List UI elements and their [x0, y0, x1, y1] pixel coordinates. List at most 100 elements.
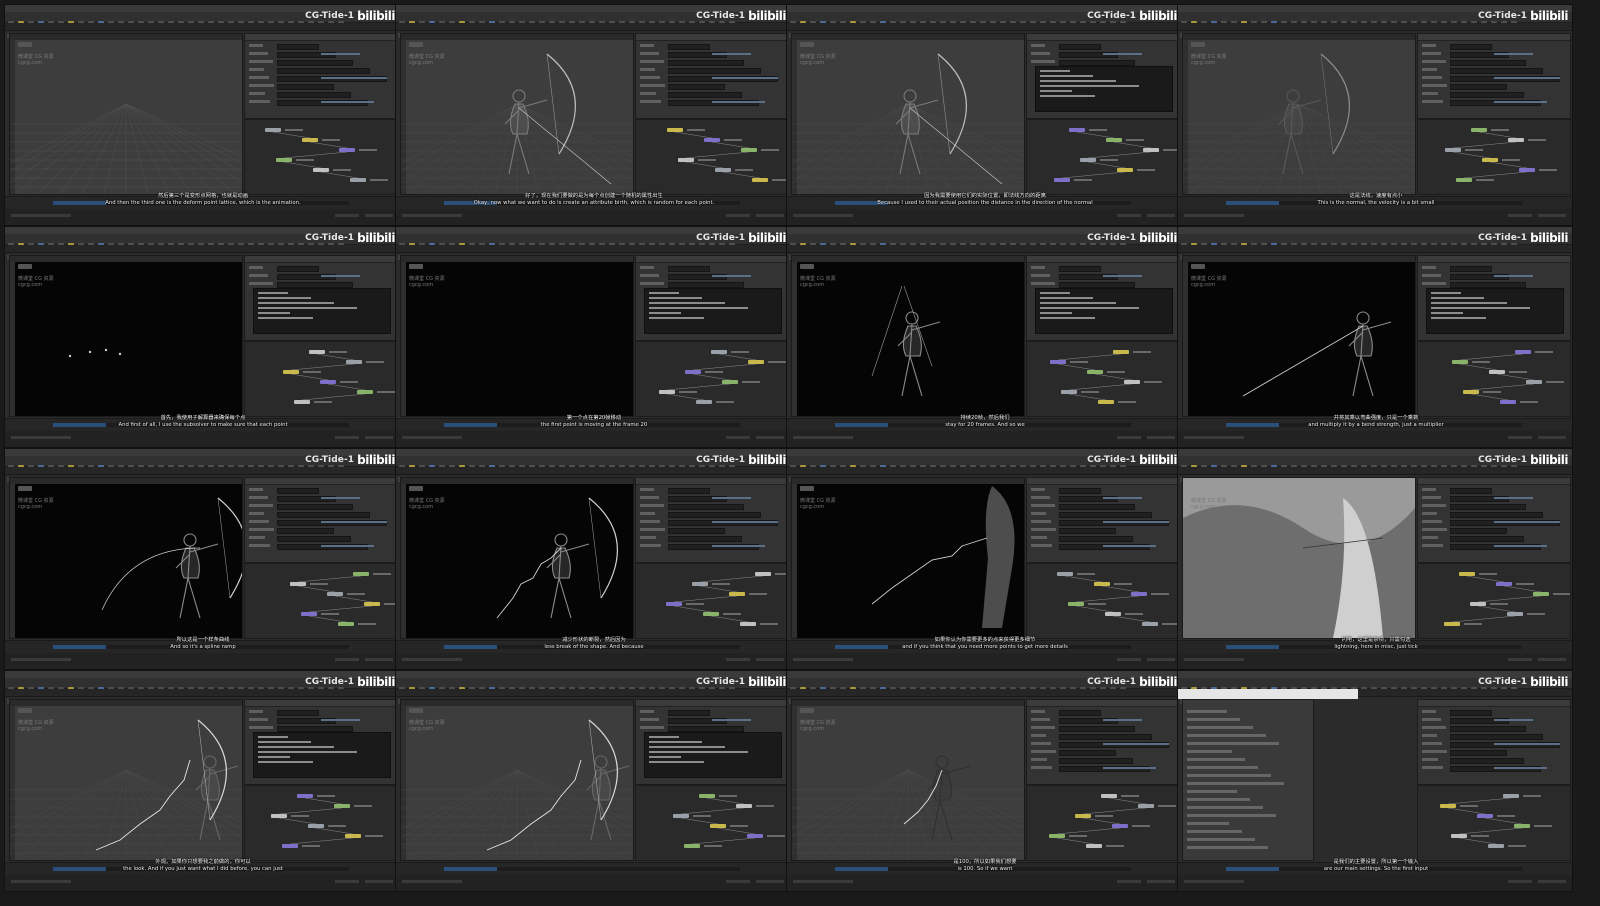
network-editor[interactable]	[244, 119, 398, 195]
pane-tab-row[interactable]	[787, 23, 1181, 38]
video-thumbnail-tile-11[interactable]: 微课堂 CG 资源 cgcg.com CG-Tide-1 bilibili 如果…	[786, 448, 1182, 670]
vex-code-editor[interactable]	[1035, 288, 1173, 334]
file-browser-panel[interactable]	[1182, 699, 1314, 861]
subtitles: 然后第三个是变形点网格，也就是动画 And then the third one…	[5, 193, 399, 207]
parameter-pane[interactable]	[244, 477, 398, 563]
pane-tab-row[interactable]	[396, 245, 790, 260]
timeline-track[interactable]	[444, 867, 740, 871]
parameter-pane[interactable]	[1026, 477, 1180, 563]
video-thumbnail-tile-6[interactable]: 微课堂 CG 资源 cgcg.com CG-Tide-1 bilibili 第一…	[395, 226, 791, 448]
parameter-pane[interactable]	[1417, 255, 1571, 341]
vex-code-editor[interactable]	[1035, 66, 1173, 112]
network-editor[interactable]	[1417, 341, 1571, 417]
network-editor[interactable]	[1417, 563, 1571, 639]
video-thumbnail-tile-9[interactable]: 微课堂 CG 资源 cgcg.com CG-Tide-1 bilibili 所以…	[4, 448, 400, 670]
pane-tab-row[interactable]	[396, 689, 790, 704]
pane-tab-row[interactable]	[787, 467, 1181, 482]
parameter-pane[interactable]	[244, 255, 398, 341]
vex-code-editor[interactable]	[644, 732, 782, 778]
video-thumbnail-tile-7[interactable]: 微课堂 CG 资源 cgcg.com CG-Tide-1 bilibili 持续…	[786, 226, 1182, 448]
pane-tab-row[interactable]	[787, 245, 1181, 260]
scene-viewport[interactable]: 微课堂 CG 资源 cgcg.com	[791, 477, 1025, 639]
network-editor[interactable]	[244, 785, 398, 861]
parameter-pane[interactable]	[1026, 255, 1180, 341]
subtitle-chinese: 外观。如果你只想要我之前做的，你可以	[155, 859, 251, 865]
parameter-pane[interactable]	[635, 255, 789, 341]
network-editor[interactable]	[635, 563, 789, 639]
pane-tab-row[interactable]	[396, 467, 790, 482]
channel-watermark: CG-Tide-1 bilibili	[1087, 231, 1177, 245]
parameter-pane[interactable]	[1026, 33, 1180, 119]
pane-tab-row[interactable]	[1178, 23, 1572, 38]
scene-viewport[interactable]: 微课堂 CG 资源 cgcg.com	[791, 255, 1025, 417]
pane-tab-row[interactable]	[5, 467, 399, 482]
scene-viewport[interactable]: 微课堂 CG 资源 cgcg.com	[9, 477, 243, 639]
pane-tab-row[interactable]	[1178, 245, 1572, 260]
vex-code-editor[interactable]	[644, 288, 782, 334]
video-thumbnail-tile-13[interactable]: 微课堂 CG 资源 cgcg.com CG-Tide-1 bilibili 外观…	[4, 670, 400, 892]
parameter-pane[interactable]	[1417, 699, 1571, 785]
parameter-pane[interactable]	[1417, 477, 1571, 563]
network-editor[interactable]	[1026, 341, 1180, 417]
network-editor[interactable]	[635, 119, 789, 195]
scene-viewport[interactable]: 微课堂 CG 资源 cgcg.com	[9, 33, 243, 195]
status-bar	[1178, 653, 1572, 669]
video-thumbnail-tile-5[interactable]: 微课堂 CG 资源 cgcg.com CG-Tide-1 bilibili 首先…	[4, 226, 400, 448]
pane-tab-row[interactable]	[1178, 467, 1572, 482]
pane-tab-row[interactable]	[5, 689, 399, 704]
scene-viewport[interactable]: 微课堂 CG 资源 cgcg.com	[1182, 33, 1416, 195]
parameter-pane[interactable]	[635, 477, 789, 563]
network-editor[interactable]	[244, 563, 398, 639]
parameter-pane[interactable]	[635, 699, 789, 785]
scene-viewport[interactable]: 微课堂 CG 资源 cgcg.com	[400, 255, 634, 417]
video-thumbnail-tile-16[interactable]: 微课堂 CG 资源 cgcg.com CG-Tide-1 bilibili 是我…	[1177, 670, 1573, 892]
watermark-line-url: cgcg.com	[800, 726, 825, 732]
scene-viewport[interactable]: 微课堂 CG 资源 cgcg.com	[1182, 255, 1416, 417]
parameter-pane-header	[1418, 700, 1570, 707]
network-editor[interactable]	[1417, 119, 1571, 195]
scene-viewport[interactable]: 微课堂 CG 资源 cgcg.com	[400, 477, 634, 639]
video-thumbnail-tile-15[interactable]: 微课堂 CG 资源 cgcg.com CG-Tide-1 bilibili 是1…	[786, 670, 1182, 892]
scene-viewport[interactable]: 微课堂 CG 资源 cgcg.com	[400, 33, 634, 195]
video-thumbnail-tile-8[interactable]: 微课堂 CG 资源 cgcg.com CG-Tide-1 bilibili 并将…	[1177, 226, 1573, 448]
status-bar	[396, 653, 790, 669]
playbar[interactable]	[396, 862, 790, 881]
network-editor[interactable]	[1026, 785, 1180, 861]
pane-tab-row[interactable]	[5, 245, 399, 260]
video-thumbnail-tile-14[interactable]: 微课堂 CG 资源 cgcg.com CG-Tide-1 bilibili	[395, 670, 791, 892]
pane-tab-row[interactable]	[396, 23, 790, 38]
parameter-pane[interactable]	[1026, 699, 1180, 785]
watermark-line-url: cgcg.com	[18, 282, 43, 288]
network-editor[interactable]	[1026, 563, 1180, 639]
scene-viewport[interactable]: 微课堂 CG 资源 cgcg.com	[9, 699, 243, 861]
network-editor[interactable]	[635, 341, 789, 417]
network-editor[interactable]	[1417, 785, 1571, 861]
parameter-pane[interactable]	[635, 33, 789, 119]
video-thumbnail-tile-12[interactable]: 微课堂 CG 资源 cgcg.com CG-Tide-1 bilibili 闪电…	[1177, 448, 1573, 670]
scene-viewport[interactable]: 微课堂 CG 资源 cgcg.com	[1182, 477, 1416, 639]
parameter-pane[interactable]	[244, 699, 398, 785]
network-node-graph	[1054, 128, 1179, 182]
playback-controls[interactable]	[400, 866, 440, 881]
parameter-pane[interactable]	[1417, 33, 1571, 119]
video-thumbnail-tile-4[interactable]: 微课堂 CG 资源 cgcg.com CG-Tide-1 bilibili 这是…	[1177, 4, 1573, 226]
channel-watermark: CG-Tide-1 bilibili	[1478, 675, 1568, 689]
video-thumbnail-tile-1[interactable]: 微课堂 CG 资源 cgcg.com CG-Tide-1 bilibili 然后…	[4, 4, 400, 226]
video-thumbnail-tile-3[interactable]: 微课堂 CG 资源 cgcg.com CG-Tide-1 bilibili 因为…	[786, 4, 1182, 226]
video-thumbnail-tile-10[interactable]: 微课堂 CG 资源 cgcg.com CG-Tide-1 bilibili 减少…	[395, 448, 791, 670]
vex-code-editor[interactable]	[1426, 288, 1564, 334]
viewport-watermark: 微课堂 CG 资源 cgcg.com	[18, 720, 54, 732]
network-editor[interactable]	[635, 785, 789, 861]
pane-tab-row[interactable]	[5, 23, 399, 38]
scene-viewport[interactable]: 微课堂 CG 资源 cgcg.com	[9, 255, 243, 417]
scene-viewport[interactable]: 微课堂 CG 资源 cgcg.com	[791, 699, 1025, 861]
video-thumbnail-tile-2[interactable]: 微课堂 CG 资源 cgcg.com CG-Tide-1 bilibili 好了…	[395, 4, 791, 226]
scene-viewport[interactable]: 微课堂 CG 资源 cgcg.com	[400, 699, 634, 861]
network-editor[interactable]	[1026, 119, 1180, 195]
network-editor[interactable]	[244, 341, 398, 417]
parameter-pane[interactable]	[244, 33, 398, 119]
vex-code-editor[interactable]	[253, 288, 391, 334]
scene-viewport[interactable]: 微课堂 CG 资源 cgcg.com	[791, 33, 1025, 195]
pane-tab-row[interactable]	[787, 689, 1181, 704]
vex-code-editor[interactable]	[253, 732, 391, 778]
